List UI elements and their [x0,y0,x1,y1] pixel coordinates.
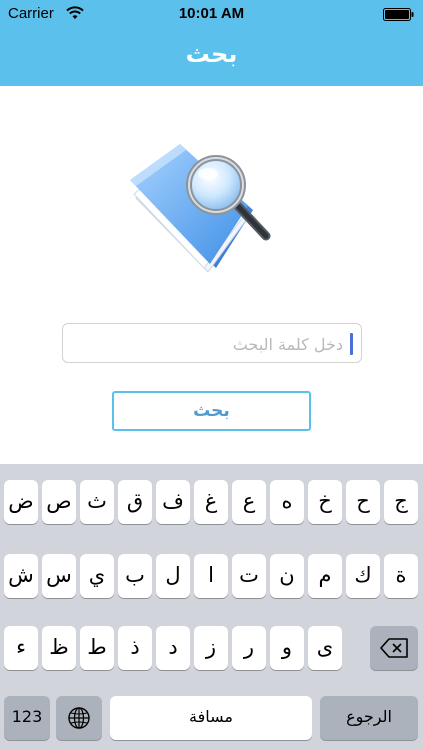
globe-icon [68,707,90,729]
page-title: بحث [185,40,238,68]
key[interactable]: ط [80,626,114,670]
key[interactable]: ك [346,554,380,598]
return-key[interactable]: الرجوع [320,696,418,740]
key[interactable]: ج [384,480,418,524]
search-button-label: بحث [193,401,230,421]
globe-key[interactable] [56,696,102,740]
navigation-bar: بحث [0,28,423,86]
key[interactable]: خ [308,480,342,524]
battery-icon [383,8,414,21]
key[interactable]: ث [80,480,114,524]
key[interactable]: ل [156,554,190,598]
numbers-key[interactable]: 123 [4,696,50,740]
key[interactable]: ه [270,480,304,524]
search-input[interactable]: دخل كلمة البحث [62,323,362,363]
status-bar: Carrier 10:01 AM [0,0,423,28]
backspace-icon [380,638,408,658]
key[interactable]: ت [232,554,266,598]
search-placeholder: دخل كلمة البحث [232,335,343,354]
key[interactable]: س [42,554,76,598]
backspace-key[interactable] [370,626,418,670]
key[interactable]: ى [308,626,342,670]
key[interactable]: غ [194,480,228,524]
key[interactable]: ش [4,554,38,598]
key[interactable]: ز [194,626,228,670]
key[interactable]: ض [4,480,38,524]
text-cursor [350,333,353,355]
key[interactable]: ع [232,480,266,524]
key[interactable]: ظ [42,626,76,670]
key[interactable]: ص [42,480,76,524]
key[interactable]: ف [156,480,190,524]
key[interactable]: ة [384,554,418,598]
key[interactable]: ا [194,554,228,598]
status-time: 10:01 AM [178,5,245,22]
key[interactable]: د [156,626,190,670]
key[interactable]: و [270,626,304,670]
keyboard: ج ح خ ه ع غ ف ق ث ص ض ة ك م ن ت ا ل ب ي … [0,464,423,750]
key[interactable]: ي [80,554,114,598]
search-button[interactable]: بحث [112,391,311,431]
key[interactable]: م [308,554,342,598]
key[interactable]: ء [4,626,38,670]
key[interactable]: ب [118,554,152,598]
key[interactable]: ن [270,554,304,598]
key[interactable]: ر [232,626,266,670]
folder-search-icon [130,144,271,273]
key[interactable]: ذ [118,626,152,670]
key[interactable]: ق [118,480,152,524]
key[interactable]: ح [346,480,380,524]
space-key[interactable]: مسافة [110,696,312,740]
